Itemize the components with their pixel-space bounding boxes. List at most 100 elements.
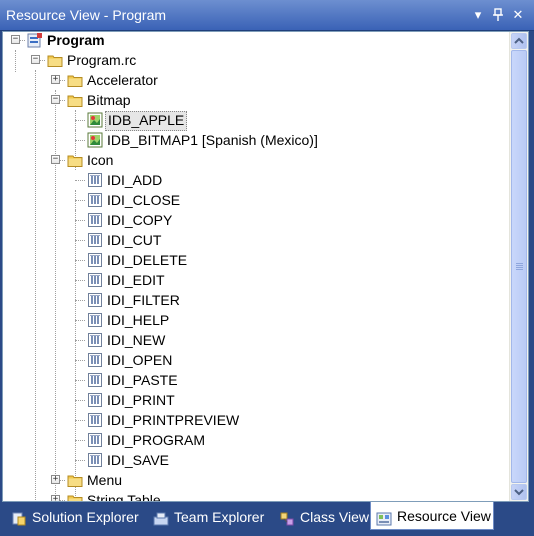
folder-icon — [67, 72, 83, 88]
icon-resource-icon — [87, 192, 103, 208]
tree-item-icon[interactable]: IDI_HELP — [3, 310, 510, 330]
tab-class-view[interactable]: Class View — [274, 504, 369, 530]
tree-item-label: IDI_OPEN — [107, 352, 173, 368]
tree-item-label: Menu — [87, 472, 123, 488]
icon-resource-icon — [87, 412, 103, 428]
tree-item-rc-file[interactable]: − Program.rc — [3, 50, 510, 70]
tree-item-label: IDI_HELP — [107, 312, 170, 328]
tab-resource-view[interactable]: Resource View — [370, 502, 494, 530]
tree-item-icon[interactable]: IDI_NEW — [3, 330, 510, 350]
window-position-menu-button[interactable]: ▾ — [469, 6, 487, 24]
tree-item-icon[interactable]: IDI_CLOSE — [3, 190, 510, 210]
chevron-down-icon — [514, 489, 524, 496]
tree-item-label: IDI_PROGRAM — [107, 432, 206, 448]
expand-toggle[interactable]: + — [51, 495, 60, 501]
tree-item-label: IDI_NEW — [107, 332, 166, 348]
tree-item-label: IDI_COPY — [107, 212, 173, 228]
tree-item-icon[interactable]: IDI_PRINTPREVIEW — [3, 410, 510, 430]
tree-item-label: Program — [47, 32, 105, 48]
icon-resource-icon — [87, 172, 103, 188]
tree-item-label: IDI_PRINT — [107, 392, 175, 408]
scroll-up-button[interactable] — [511, 33, 527, 49]
team-explorer-icon — [153, 509, 169, 526]
icon-resource-icon — [87, 392, 103, 408]
tab-label: Class View — [300, 509, 369, 525]
icon-resource-icon — [87, 452, 103, 468]
tree-item-bitmap[interactable]: IDB_APPLE — [3, 110, 510, 131]
tab-label: Team Explorer — [174, 509, 265, 525]
tree-item-label: IDI_PASTE — [107, 372, 178, 388]
tree-item-icon[interactable]: IDI_FILTER — [3, 290, 510, 310]
pin-icon — [493, 8, 503, 21]
resource-tree[interactable]: − Program − Program.rc + Accelerator − Bitmap ID… — [3, 32, 510, 501]
icon-resource-icon — [87, 312, 103, 328]
tree-folder-string-table[interactable]: + String Table — [3, 490, 510, 501]
auto-hide-pin-button[interactable] — [489, 6, 507, 24]
tree-item-icon[interactable]: IDI_SAVE — [3, 450, 510, 470]
tree-item-icon[interactable]: IDI_CUT — [3, 230, 510, 250]
icon-resource-icon — [87, 252, 103, 268]
bitmap-icon — [87, 132, 103, 148]
tree-folder-bitmap[interactable]: − Bitmap — [3, 90, 510, 110]
resource-tree-panel: − Program − Program.rc + Accelerator − Bitmap ID… — [2, 31, 529, 502]
icon-resource-icon — [87, 272, 103, 288]
title-bar[interactable]: Resource View - Program ▾ ✕ — [0, 0, 534, 31]
scroll-down-button[interactable] — [511, 484, 527, 500]
tree-item-icon[interactable]: IDI_PASTE — [3, 370, 510, 390]
tree-item-label: Bitmap — [87, 92, 131, 108]
window-title: Resource View - Program — [6, 7, 167, 23]
tab-solution-explorer[interactable]: Solution Explorer — [6, 504, 144, 530]
tree-item-label: Program.rc — [67, 52, 137, 68]
tree-item-label: IDI_FILTER — [107, 292, 180, 308]
scroll-thumb[interactable] — [511, 50, 527, 483]
tree-item-label: IDI_CLOSE — [107, 192, 181, 208]
tree-item-bitmap[interactable]: IDB_BITMAP1 [Spanish (Mexico)] — [3, 130, 510, 150]
tree-item-icon[interactable]: IDI_EDIT — [3, 270, 510, 290]
folder-icon — [67, 152, 83, 168]
icon-resource-icon — [87, 232, 103, 248]
tree-item-label: IDI_SAVE — [107, 452, 169, 468]
expand-toggle[interactable]: + — [51, 475, 60, 484]
folder-icon — [47, 52, 63, 68]
tab-label: Solution Explorer — [32, 509, 139, 525]
icon-resource-icon — [87, 352, 103, 368]
collapse-toggle[interactable]: − — [31, 55, 40, 64]
icon-resource-icon — [87, 372, 103, 388]
resource-view-window: Resource View - Program ▾ ✕ − Program − Pro… — [0, 0, 534, 536]
tree-item-icon[interactable]: IDI_OPEN — [3, 350, 510, 370]
icon-resource-icon — [87, 432, 103, 448]
tree-item-label: IDB_APPLE — [105, 111, 188, 131]
tree-item-label: IDI_ADD — [107, 172, 163, 188]
tree-item-label: IDB_BITMAP1 [Spanish (Mexico)] — [107, 132, 318, 148]
folder-icon — [67, 92, 83, 108]
folder-icon — [67, 492, 83, 501]
tree-folder-menu[interactable]: + Menu — [3, 470, 510, 490]
tree-root-program[interactable]: − Program — [3, 32, 510, 50]
collapse-toggle[interactable]: − — [11, 35, 20, 44]
tree-item-label: IDI_CUT — [107, 232, 162, 248]
tree-folder-icon[interactable]: − Icon — [3, 150, 510, 170]
solution-explorer-icon — [11, 509, 27, 526]
class-view-icon — [279, 509, 295, 526]
tree-item-label: Icon — [87, 152, 114, 168]
icon-resource-icon — [87, 292, 103, 308]
tree-item-icon[interactable]: IDI_PRINT — [3, 390, 510, 410]
project-icon — [27, 32, 43, 48]
tree-item-icon[interactable]: IDI_ADD — [3, 170, 510, 190]
chevron-up-icon — [514, 37, 524, 44]
close-button[interactable]: ✕ — [509, 6, 527, 24]
tree-item-icon[interactable]: IDI_DELETE — [3, 250, 510, 270]
tree-item-icon[interactable]: IDI_COPY — [3, 210, 510, 230]
tree-item-label: String Table — [87, 492, 161, 501]
tab-label: Resource View — [397, 508, 491, 524]
collapse-toggle[interactable]: − — [51, 95, 60, 104]
vertical-scrollbar[interactable] — [509, 32, 528, 501]
expand-toggle[interactable]: + — [51, 75, 60, 84]
tree-item-icon[interactable]: IDI_PROGRAM — [3, 430, 510, 450]
tree-item-label: Accelerator — [87, 72, 158, 88]
icon-resource-icon — [87, 212, 103, 228]
collapse-toggle[interactable]: − — [51, 155, 60, 164]
tab-team-explorer[interactable]: Team Explorer — [148, 504, 268, 530]
tool-window-tab-bar: Solution Explorer Team Explorer Class View… — [0, 502, 534, 536]
tree-folder-accelerator[interactable]: + Accelerator — [3, 70, 510, 90]
